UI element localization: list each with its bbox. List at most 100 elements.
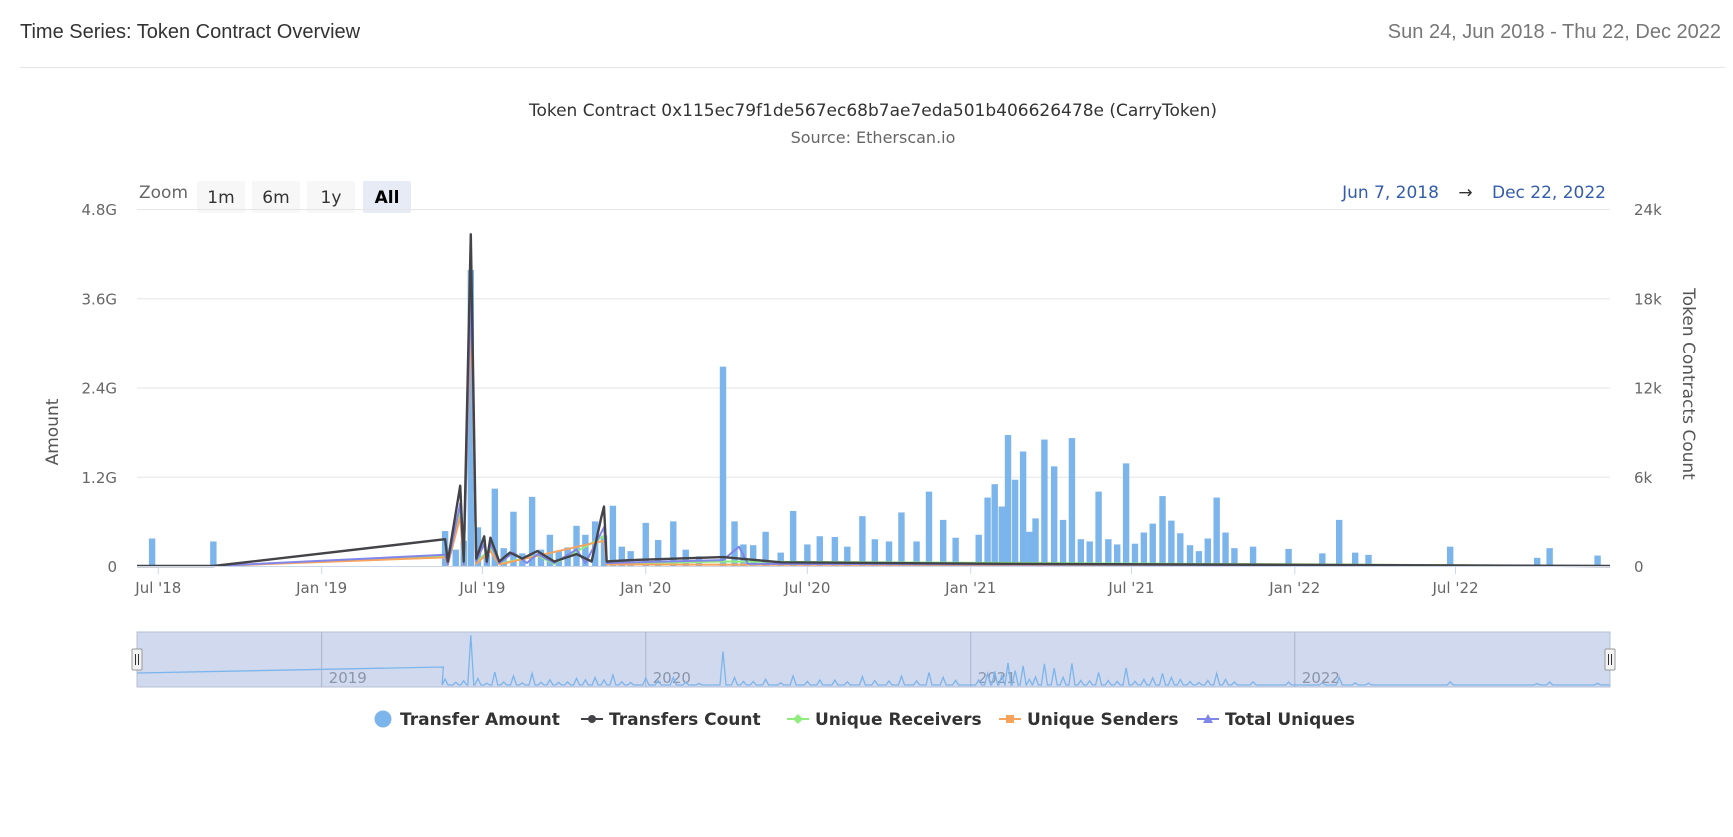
y-right-tick-label: 0	[1634, 558, 1644, 576]
x-tick-label: Jul '18	[134, 579, 181, 597]
transfer-amount-bar[interactable]	[1446, 546, 1454, 566]
transfer-amount-bar[interactable]	[975, 534, 982, 566]
zoom-button-1m[interactable]: 1m	[197, 181, 245, 213]
range-selector: Zoom 1m 6m 1y All Jun 7, 2018 → Dec 22, 202…	[139, 181, 1606, 213]
transfer-amount-bar[interactable]	[1213, 497, 1220, 566]
series-line-total-uniques[interactable]	[137, 288, 1611, 567]
transfer-amount-bar[interactable]	[998, 506, 1005, 567]
transfer-amount-bar[interactable]	[1140, 532, 1148, 566]
transfer-amount-series	[148, 269, 1601, 567]
transfer-amount-bar[interactable]	[609, 505, 617, 566]
transfer-amount-bar[interactable]	[939, 519, 947, 566]
y-tick-label: 1.2G	[82, 469, 117, 487]
transfer-amount-bar[interactable]	[1019, 451, 1027, 566]
transfer-amount-bar[interactable]	[1077, 539, 1085, 566]
navigator-label: 2020	[653, 669, 691, 687]
legend-label: Unique Receivers	[815, 710, 982, 730]
zoom-button-label: 6m	[262, 188, 289, 208]
transfer-amount-bar[interactable]	[1222, 532, 1229, 566]
y-tick-label: 2.4G	[82, 380, 117, 398]
transfer-amount-bar[interactable]	[1149, 523, 1156, 566]
transfer-amount-bar[interactable]	[859, 516, 866, 566]
navigator-label: 2019	[329, 669, 367, 687]
transfer-amount-bar[interactable]	[510, 511, 517, 566]
transfer-amount-bar[interactable]	[1249, 546, 1257, 566]
transfer-amount-bar[interactable]	[1122, 463, 1130, 566]
transfer-amount-bar[interactable]	[1594, 555, 1601, 566]
zoom-label: Zoom	[139, 183, 188, 203]
y-right-tick-label: 24k	[1634, 201, 1662, 219]
transfer-amount-bar[interactable]	[991, 484, 998, 566]
transfer-amount-bar[interactable]	[984, 497, 991, 566]
legend-item-unique-receivers[interactable]: Unique Receivers	[787, 710, 982, 730]
range-to[interactable]: Dec 22, 2022	[1492, 183, 1606, 203]
x-tick-label: Jan '20	[619, 579, 671, 597]
legend-item-total-uniques[interactable]: Total Uniques	[1197, 710, 1355, 730]
series-line-unique-senders[interactable]	[137, 318, 1611, 567]
range-from[interactable]: Jun 7, 2018	[1341, 183, 1439, 203]
transfer-amount-bar[interactable]	[210, 541, 217, 566]
series-line-unique-receivers[interactable]	[137, 309, 1611, 567]
chart: Token Contract 0x115ec79f1de567ec68b7ae7…	[43, 101, 1698, 730]
x-tick-label: Jan '19	[295, 579, 347, 597]
navigator-handle-right[interactable]	[1604, 648, 1616, 671]
transfer-amount-bar[interactable]	[1011, 479, 1019, 566]
zoom-button-label: All	[375, 188, 400, 208]
legend-item-transfer-amount[interactable]: Transfer Amount	[374, 710, 560, 730]
y-right-tick-label: 12k	[1634, 380, 1662, 398]
transfer-amount-bar[interactable]	[1546, 548, 1553, 566]
x-tick-label: Jan '22	[1268, 579, 1320, 597]
transfer-amount-bar[interactable]	[1159, 496, 1166, 566]
card-header: Time Series: Token Contract Overview Sun…	[0, 0, 1733, 68]
legend-marker	[793, 714, 803, 724]
transfer-amount-bar[interactable]	[1105, 539, 1112, 566]
transfer-amount-bar[interactable]	[1177, 533, 1184, 566]
gridlines	[137, 209, 1610, 478]
navigator[interactable]: 2019 2020 2021 2022	[131, 631, 1616, 688]
transfer-amount-bar[interactable]	[789, 510, 797, 566]
zoom-button-label: 1y	[321, 188, 342, 208]
y-right-tick-label: 6k	[1634, 469, 1653, 487]
transfer-amount-bar[interactable]	[1086, 541, 1093, 566]
transfer-amount-bar[interactable]	[1032, 518, 1039, 566]
legend-label: Unique Senders	[1027, 710, 1179, 730]
transfer-amount-bar[interactable]	[1041, 439, 1048, 566]
legend: Transfer Amount Transfers Count Unique Rec…	[374, 710, 1355, 730]
transfer-amount-bar[interactable]	[719, 366, 727, 566]
x-tick-label: Jul '20	[783, 579, 830, 597]
transfer-amount-bar[interactable]	[1068, 438, 1076, 566]
zoom-button-All[interactable]: All	[363, 181, 411, 213]
date-range: Sun 24, Jun 2018 - Thu 22, Dec 2022	[1387, 21, 1721, 43]
transfer-amount-bar[interactable]	[1026, 531, 1033, 566]
chart-subtitle: Source: Etherscan.io	[791, 128, 956, 147]
y-axis-right: 0 6k 12k 18k 24k	[1634, 201, 1662, 576]
legend-marker	[374, 710, 392, 728]
x-tick-label: Jul '22	[1431, 579, 1478, 597]
series-line-transfers-count[interactable]	[137, 233, 1611, 568]
y-axis-title-left: Amount	[43, 398, 63, 465]
transfer-amount-bar[interactable]	[1095, 491, 1102, 566]
legend-item-unique-senders[interactable]: Unique Senders	[999, 710, 1179, 730]
zoom-button-label: 1m	[207, 188, 234, 208]
transfer-amount-bar[interactable]	[898, 512, 905, 566]
transfer-amount-bar[interactable]	[1204, 538, 1211, 566]
zoom-button-1y[interactable]: 1y	[307, 181, 355, 213]
x-tick-label: Jan '21	[944, 579, 996, 597]
transfer-amount-bar[interactable]	[1004, 435, 1012, 566]
legend-label: Transfers Count	[609, 710, 761, 730]
y-axis-title-right: Token Contracts Count	[1678, 287, 1698, 480]
y-axis-left: 0 1.2G 2.4G 3.6G 4.8G	[82, 201, 117, 576]
legend-item-transfers-count[interactable]: Transfers Count	[581, 710, 761, 730]
legend-label: Transfer Amount	[400, 710, 560, 730]
zoom-button-6m[interactable]: 6m	[252, 181, 300, 213]
transfer-amount-bar[interactable]	[1059, 519, 1067, 566]
chart-title: Token Contract 0x115ec79f1de567ec68b7ae7…	[528, 101, 1217, 121]
navigator-handle-left[interactable]	[131, 648, 143, 671]
transfer-amount-bar[interactable]	[1168, 520, 1175, 566]
transfer-amount-bar[interactable]	[148, 538, 156, 566]
transfer-amount-bar[interactable]	[1050, 466, 1058, 566]
transfer-amount-bar[interactable]	[452, 549, 459, 566]
transfer-amount-bar[interactable]	[925, 491, 933, 566]
transfer-amount-bar[interactable]	[1335, 519, 1343, 566]
y-tick-label: 0	[107, 558, 117, 576]
